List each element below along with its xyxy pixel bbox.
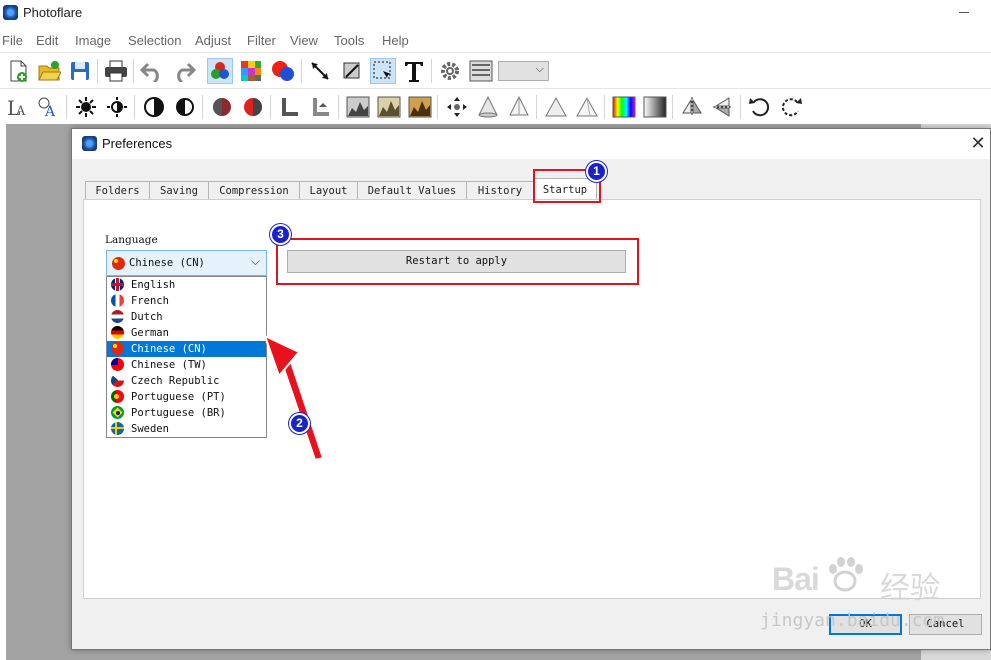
histogram-auto-icon[interactable] [376, 94, 402, 120]
cone-icon[interactable] [475, 94, 501, 120]
tab-default-values[interactable]: Default Values [357, 181, 467, 200]
rotate-left-icon[interactable] [747, 94, 773, 120]
app-icon [3, 5, 18, 20]
menu-view[interactable]: View [290, 33, 318, 48]
triangle-icon[interactable] [543, 94, 569, 120]
tab-layout[interactable]: Layout [299, 181, 358, 200]
brightness-down-icon[interactable] [73, 94, 99, 120]
chevron-down-icon: ⌵ [250, 254, 260, 268]
language-select[interactable]: Chinese (CN) ⌵ [106, 250, 267, 276]
contrast-down-icon[interactable] [141, 94, 167, 120]
levels-down-icon[interactable] [277, 94, 303, 120]
minimize-button[interactable] [959, 12, 969, 13]
language-selected-value: Chinese (CN) [129, 257, 205, 269]
flag-taiwan-icon [111, 358, 124, 371]
language-option-english[interactable]: English [107, 277, 266, 293]
adjust-toolbar: LA A [0, 88, 991, 124]
colors-icon[interactable] [207, 58, 233, 84]
font-color-icon[interactable]: A [36, 94, 62, 120]
dialog-title: Preferences [102, 136, 173, 151]
menu-file[interactable]: File [2, 33, 23, 48]
line-tool-icon[interactable] [307, 58, 333, 84]
print-icon[interactable] [103, 58, 129, 84]
redo-icon[interactable] [171, 58, 197, 84]
close-icon[interactable]: ✕ [969, 133, 987, 153]
paw-logo-icon [829, 557, 863, 592]
flag-sweden-icon [111, 422, 124, 435]
menu-help[interactable]: Help [382, 33, 409, 48]
watermark-brand-cn: 经验 [880, 571, 940, 606]
language-option-dutch[interactable]: Dutch [107, 309, 266, 325]
undo-icon[interactable] [139, 58, 165, 84]
rotate-right-icon[interactable] [778, 94, 804, 120]
language-label: Language [105, 234, 158, 246]
flag-germany-icon [111, 326, 124, 339]
triangle-outline-icon[interactable] [574, 94, 600, 120]
font-size-icon[interactable]: LA [5, 94, 31, 120]
tab-compression[interactable]: Compression [208, 181, 300, 200]
palette-icon[interactable] [238, 58, 264, 84]
watermark-url: jingyan.baidu.com [760, 610, 945, 631]
saturation-up-icon[interactable] [240, 94, 266, 120]
flag-china-icon [111, 342, 124, 355]
gradient-color-icon[interactable] [611, 94, 637, 120]
restart-button-highlight [276, 238, 639, 285]
save-icon[interactable] [67, 58, 93, 84]
saturation-down-icon[interactable] [209, 94, 235, 120]
tab-history[interactable]: History [466, 181, 534, 200]
tab-saving[interactable]: Saving [149, 181, 209, 200]
language-option-french[interactable]: French [107, 293, 266, 309]
flag-france-icon [111, 294, 124, 307]
menu-bar: File Edit Image Selection Adjust Filter … [0, 30, 991, 52]
menu-adjust[interactable]: Adjust [195, 33, 231, 48]
color-picker-icon[interactable] [270, 58, 296, 84]
crop-icon[interactable] [339, 58, 365, 84]
new-file-icon[interactable] [5, 58, 31, 84]
cone-outline-icon[interactable] [506, 94, 532, 120]
menu-image[interactable]: Image [75, 33, 111, 48]
open-folder-icon[interactable] [36, 58, 62, 84]
brightness-up-icon[interactable] [104, 94, 130, 120]
flag-uk-icon [111, 278, 124, 291]
menu-edit[interactable]: Edit [36, 33, 58, 48]
svg-text:A: A [15, 104, 26, 119]
pointer-arrow-icon [263, 334, 325, 462]
menu-tools[interactable]: Tools [334, 33, 364, 48]
step-badge-3: 3 [270, 224, 291, 245]
flip-vertical-icon[interactable] [710, 94, 736, 120]
flag-czech-icon [111, 374, 124, 387]
dialog-titlebar: Preferences ✕ [72, 129, 990, 159]
svg-text:A: A [44, 104, 56, 119]
zoom-dropdown[interactable]: ⌵ [498, 61, 549, 81]
menu-filter[interactable]: Filter [247, 33, 276, 48]
histogram-icon[interactable] [345, 94, 371, 120]
menu-selection[interactable]: Selection [128, 33, 181, 48]
move-icon[interactable] [444, 94, 470, 120]
flip-horizontal-icon[interactable] [679, 94, 705, 120]
layers-icon[interactable] [468, 58, 494, 84]
baidu-watermark: Bai 经验 jingyan.baidu.com [760, 555, 990, 635]
step-badge-1: 1 [586, 161, 607, 182]
app-titlebar: Photoflare [0, 0, 991, 28]
flag-netherlands-icon [111, 310, 124, 323]
watermark-brand: Bai [772, 561, 820, 597]
levels-up-icon[interactable] [308, 94, 334, 120]
text-tool-icon[interactable] [401, 58, 427, 84]
select-tool-icon[interactable] [370, 58, 396, 84]
flag-brazil-icon [111, 406, 124, 419]
settings-icon[interactable] [437, 58, 463, 84]
step-badge-2: 2 [289, 413, 310, 434]
tab-folders[interactable]: Folders [85, 181, 150, 200]
app-title: Photoflare [23, 5, 83, 20]
chevron-down-icon: ⌵ [535, 63, 544, 75]
flag-portugal-icon [111, 390, 124, 403]
app-icon [82, 136, 97, 151]
histogram-warm-icon[interactable] [407, 94, 433, 120]
contrast-up-icon[interactable] [172, 94, 198, 120]
main-toolbar: ⌵ [0, 52, 991, 88]
flag-cn-icon [112, 257, 125, 270]
gradient-gray-icon[interactable] [642, 94, 668, 120]
